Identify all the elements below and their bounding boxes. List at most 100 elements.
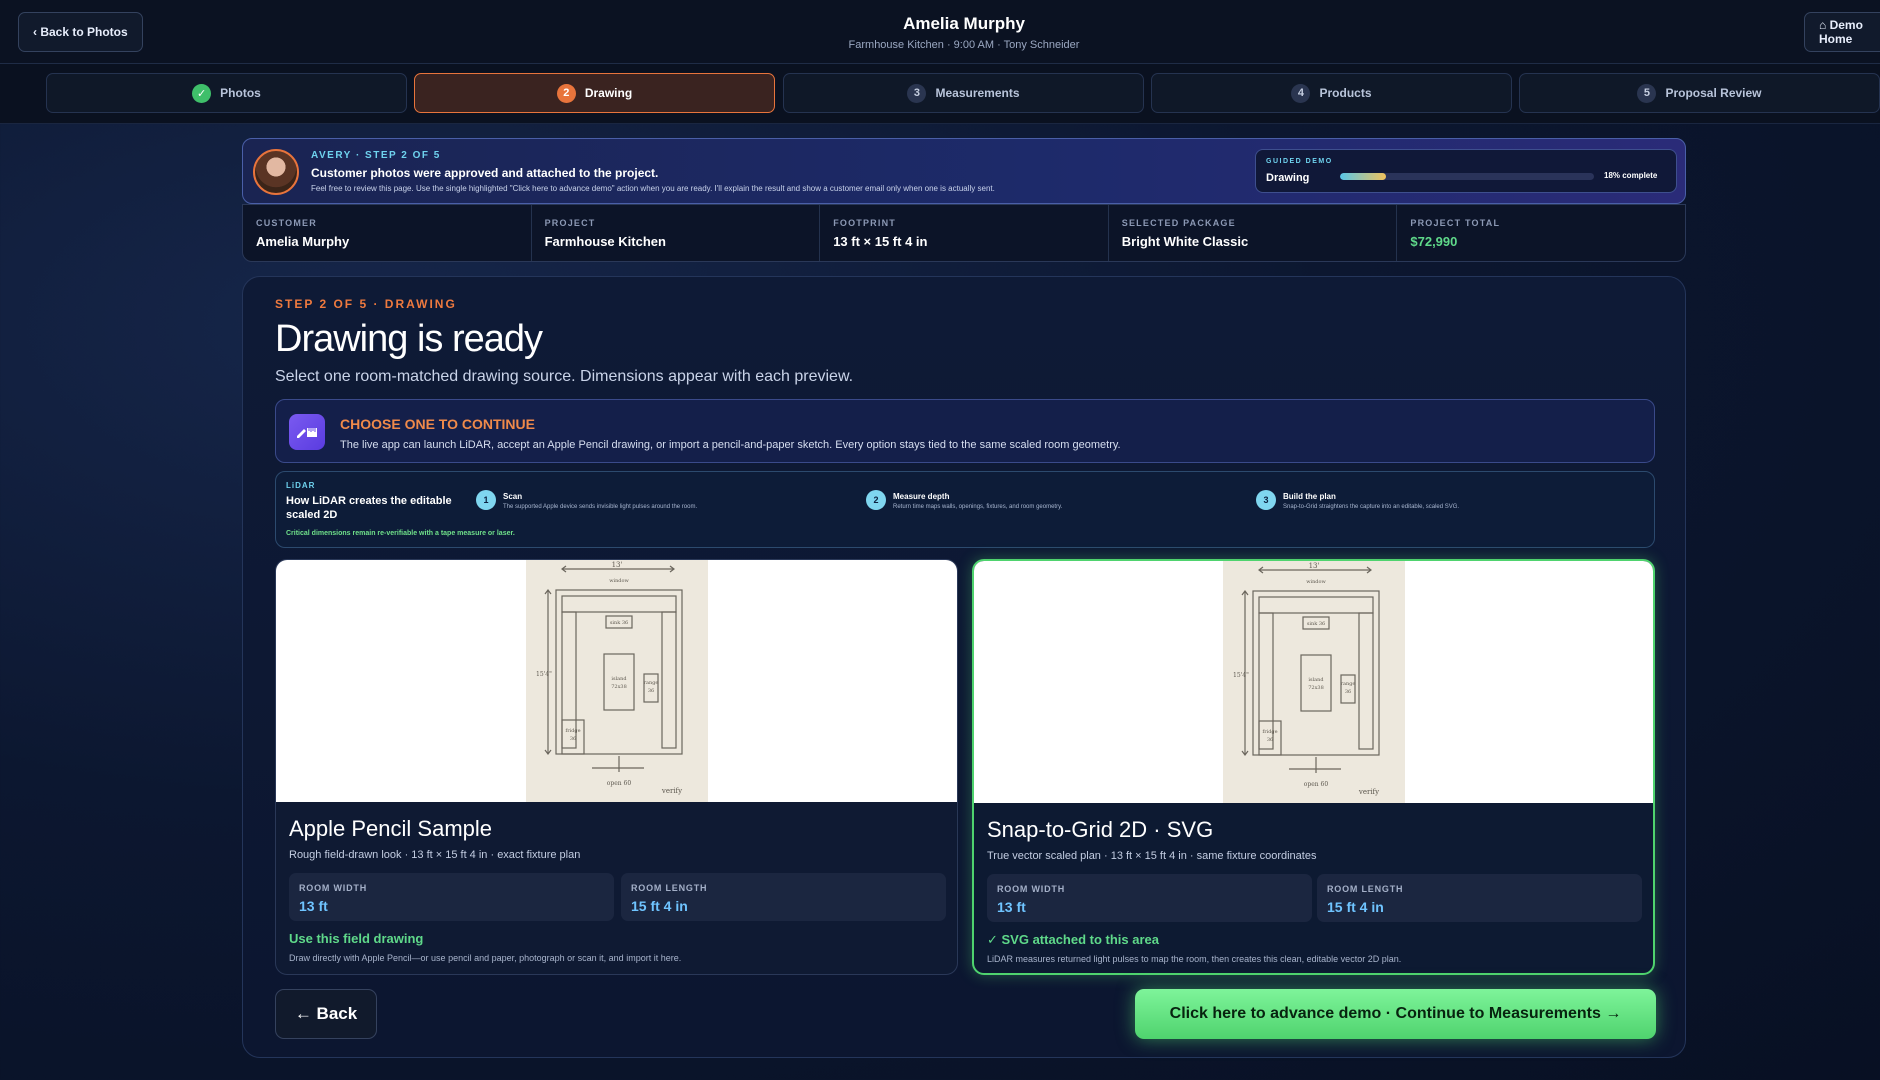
tab-label: Photos [220, 86, 261, 100]
avatar [253, 149, 299, 195]
svg-attached-status: ✓ SVG attached to this area [987, 932, 1159, 947]
summary-label: SELECTED PACKAGE [1121, 218, 1236, 228]
sketch-label-range: range [1340, 681, 1355, 687]
choose-title: CHOOSE ONE TO CONTINUE [340, 416, 535, 432]
dim-value: 13 ft [997, 899, 1026, 915]
tab-photos[interactable]: ✓ Photos [46, 73, 407, 113]
tab-label: Products [1319, 86, 1372, 100]
dim-label: ROOM WIDTH [299, 883, 367, 893]
option-title: Snap-to-Grid 2D · SVG [987, 817, 1214, 842]
back-button[interactable]: ← Back [275, 989, 377, 1039]
summary-customer: CUSTOMER Amelia Murphy [243, 205, 532, 261]
progress-bar [1340, 173, 1594, 180]
sketch-label-verify: verify [1357, 788, 1378, 796]
pencil-ruler-icon [289, 414, 325, 450]
summary-label: PROJECT [544, 218, 596, 228]
sketch-label-side: 15'4" [536, 671, 552, 678]
sketch-label-island-size: 72x38 [1308, 685, 1324, 691]
option-snap-to-grid[interactable]: 13' window sink 36 15'4" island 72x38 ra… [972, 559, 1655, 975]
header-title-block: Amelia Murphy Farmhouse Kitchen · 9:00 A… [0, 14, 1880, 51]
guided-title: Drawing [1266, 172, 1310, 184]
tab-measurements[interactable]: 3 Measurements [783, 73, 1144, 113]
banner-eyebrow: AVERY · STEP 2 OF 5 [311, 150, 441, 161]
tab-products[interactable]: 4 Products [1151, 73, 1512, 113]
step-number: 5 [1637, 83, 1657, 103]
room-width-box: ROOM WIDTH 13 ft [987, 874, 1312, 922]
sketch-label-island-size: 72x38 [611, 684, 627, 690]
option-apple-pencil[interactable]: 13' window sink 36 15'4" island 72x38 ra… [275, 559, 958, 975]
room-length-box: ROOM LENGTH 15 ft 4 in [621, 873, 946, 921]
step-eyebrow: STEP 2 OF 5 · DRAWING [275, 297, 457, 311]
room-length-box: ROOM LENGTH 15 ft 4 in [1317, 874, 1642, 922]
sketch-label-island: island [611, 676, 627, 682]
choose-callout: CHOOSE ONE TO CONTINUE The live app can … [275, 399, 1655, 463]
guided-demo-progress: GUIDED DEMO Drawing 18% complete [1255, 149, 1677, 193]
step-navigation: ✓ Photos 2 Drawing 3 Measurements 4 Prod… [0, 64, 1880, 124]
summary-total: PROJECT TOTAL $72,990 [1397, 205, 1685, 261]
floor-plan-sketch: 13' window sink 36 15'4" island 72x38 ra… [525, 560, 708, 802]
header-subtitle: Farmhouse Kitchen · 9:00 AM · Tony Schne… [848, 39, 1080, 51]
tab-drawing[interactable]: 2 Drawing [414, 73, 775, 113]
banner-title: Customer photos were approved and attach… [311, 166, 659, 180]
option-note: LiDAR measures returned light pulses to … [987, 954, 1402, 964]
summary-label: FOOTPRINT [833, 218, 896, 228]
sketch-label-fridge-size: 36 [569, 736, 575, 742]
dim-label: ROOM LENGTH [631, 883, 708, 893]
lidar-step-build: 3 Build the plan Snap-to-Grid straighten… [1256, 490, 1459, 510]
demo-home-button[interactable]: ⌂ Demo Home [1804, 12, 1880, 52]
sketch-label-window: window [609, 578, 629, 584]
drawing-preview: 13' window sink 36 15'4" island 72x38 ra… [974, 561, 1653, 803]
top-header: ‹ Back to Photos Amelia Murphy Farmhouse… [0, 0, 1880, 64]
sketch-label-fridge-size: 36 [1266, 737, 1272, 743]
lidar-step-title: Scan [503, 492, 523, 501]
summary-footprint: FOOTPRINT 13 ft × 15 ft 4 in [820, 205, 1109, 261]
sketch-label-top: 13' [611, 561, 622, 569]
dim-label: ROOM WIDTH [997, 884, 1065, 894]
summary-value: Amelia Murphy [256, 234, 350, 249]
option-description: Rough field-drawn look · 13 ft × 15 ft 4… [289, 849, 581, 861]
lidar-step-title: Measure depth [893, 492, 950, 501]
sketch-label-fridge: fridge [565, 728, 580, 734]
sketch-label-open: open 60 [606, 780, 631, 787]
lidar-step-title: Build the plan [1283, 492, 1336, 501]
dim-label: ROOM LENGTH [1327, 884, 1404, 894]
sketch-label-fridge: fridge [1262, 729, 1277, 735]
lidar-step-desc: Snap-to-Grid straightens the capture int… [1283, 504, 1460, 510]
summary-value: Farmhouse Kitchen [544, 234, 666, 249]
sketch-label-sink: sink 36 [1306, 621, 1324, 627]
sketch-label-range: range [643, 680, 658, 686]
summary-package: SELECTED PACKAGE Bright White Classic [1109, 205, 1398, 261]
step-number: 4 [1291, 83, 1311, 103]
option-title: Apple Pencil Sample [289, 816, 493, 841]
summary-value: 13 ft × 15 ft 4 in [833, 234, 928, 249]
use-field-drawing-link[interactable]: Use this field drawing [289, 931, 423, 946]
summary-project: PROJECT Farmhouse Kitchen [532, 205, 821, 261]
advance-demo-button[interactable]: Click here to advance demo · Continue to… [1135, 989, 1656, 1039]
step-number: 3 [1256, 490, 1276, 510]
summary-label: CUSTOMER [256, 218, 317, 228]
sketch-label-sink: sink 36 [609, 620, 627, 626]
option-note: Draw directly with Apple Pencil—or use p… [289, 953, 682, 963]
banner-description: Feel free to review this page. Use the s… [311, 184, 995, 193]
dim-value: 13 ft [299, 898, 328, 914]
project-summary: CUSTOMER Amelia Murphy PROJECT Farmhouse… [242, 204, 1686, 262]
check-icon: ✓ [192, 83, 212, 103]
tab-proposal-review[interactable]: 5 Proposal Review [1519, 73, 1880, 113]
dim-value: 15 ft 4 in [631, 898, 688, 914]
sketch-label-island: island [1308, 677, 1324, 683]
drawing-step-card: STEP 2 OF 5 · DRAWING Drawing is ready S… [242, 276, 1686, 1058]
sketch-label-range-size: 36 [1344, 689, 1350, 695]
page-subtitle: Select one room-matched drawing source. … [275, 368, 854, 385]
sketch-label-window: window [1306, 579, 1326, 585]
dim-value: 15 ft 4 in [1327, 899, 1384, 915]
sketch-label-range-size: 36 [647, 688, 653, 694]
drawing-preview: 13' window sink 36 15'4" island 72x38 ra… [276, 560, 957, 802]
lidar-explainer: LiDAR How LiDAR creates the editable sca… [275, 471, 1655, 548]
sketch-label-open: open 60 [1303, 781, 1328, 788]
summary-label: PROJECT TOTAL [1410, 218, 1501, 228]
option-description: True vector scaled plan · 13 ft × 15 ft … [987, 850, 1317, 862]
lidar-note: Critical dimensions remain re-verifiable… [286, 530, 515, 537]
sketch-label-side: 15'4" [1233, 672, 1249, 679]
step-number: 3 [907, 83, 927, 103]
summary-value: $72,990 [1410, 234, 1458, 249]
